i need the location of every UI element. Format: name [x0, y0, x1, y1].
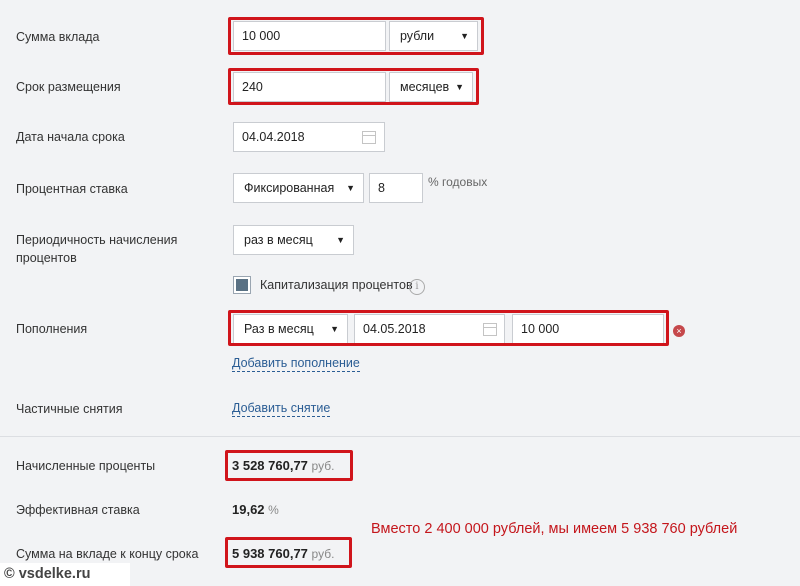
effective-label: Эффективная ставка: [16, 503, 140, 517]
periodicity-label-line2: процентов: [16, 251, 77, 265]
sum-highlight-frame: [228, 17, 484, 55]
add-replenish-link[interactable]: Добавить пополнение: [232, 356, 360, 372]
accrued-highlight-frame: [225, 450, 353, 481]
chevron-down-icon: ▼: [346, 183, 355, 193]
replenish-highlight-frame: [228, 310, 669, 346]
effective-unit: %: [268, 503, 279, 517]
rate-label: Процентная ставка: [16, 182, 128, 196]
watermark-text: vsdelke.ru: [18, 566, 91, 582]
start-date-value: 04.04.2018: [242, 130, 305, 144]
periodicity-select-value: раз в месяц: [244, 233, 313, 247]
copyright-icon: ©: [4, 566, 15, 582]
total-label: Сумма на вкладе к концу срока: [16, 547, 199, 561]
periodicity-select[interactable]: раз в месяц ▼: [233, 225, 354, 255]
capitalization-checkbox[interactable]: [233, 276, 251, 294]
total-highlight-frame: [225, 537, 352, 568]
periodicity-label-line1: Периодичность начисления: [16, 233, 178, 247]
annotation-note: Вместо 2 400 000 рублей, мы имеем 5 938 …: [371, 521, 738, 537]
withdraw-label: Частичные снятия: [16, 402, 123, 416]
term-highlight-frame: [228, 68, 479, 105]
effective-value: 19,62 %: [232, 501, 279, 519]
rate-type-select[interactable]: Фиксированная ▼: [233, 173, 364, 203]
add-withdraw-link[interactable]: Добавить снятие: [232, 401, 331, 417]
sum-label: Сумма вклада: [16, 30, 100, 44]
capitalization-label: Капитализация процентов: [260, 278, 413, 292]
start-date-input[interactable]: 04.04.2018: [233, 122, 385, 152]
watermark: © vsdelke.ru: [0, 563, 130, 586]
calendar-icon[interactable]: [362, 131, 376, 144]
checkbox-checked-mark: [236, 279, 248, 291]
start-date-label: Дата начала срока: [16, 130, 125, 144]
rate-unit-label: % годовых: [428, 175, 488, 189]
remove-icon[interactable]: ×: [673, 325, 685, 337]
rate-type-select-value: Фиксированная: [244, 181, 335, 195]
term-label: Срок размещения: [16, 80, 121, 94]
replenish-label: Пополнения: [16, 322, 88, 336]
results-divider: [0, 436, 800, 437]
info-icon[interactable]: i: [409, 279, 425, 295]
chevron-down-icon: ▼: [336, 235, 345, 245]
accrued-label: Начисленные проценты: [16, 459, 156, 473]
rate-value-input[interactable]: 8: [369, 173, 423, 203]
effective-rate: 19,62: [232, 502, 265, 517]
